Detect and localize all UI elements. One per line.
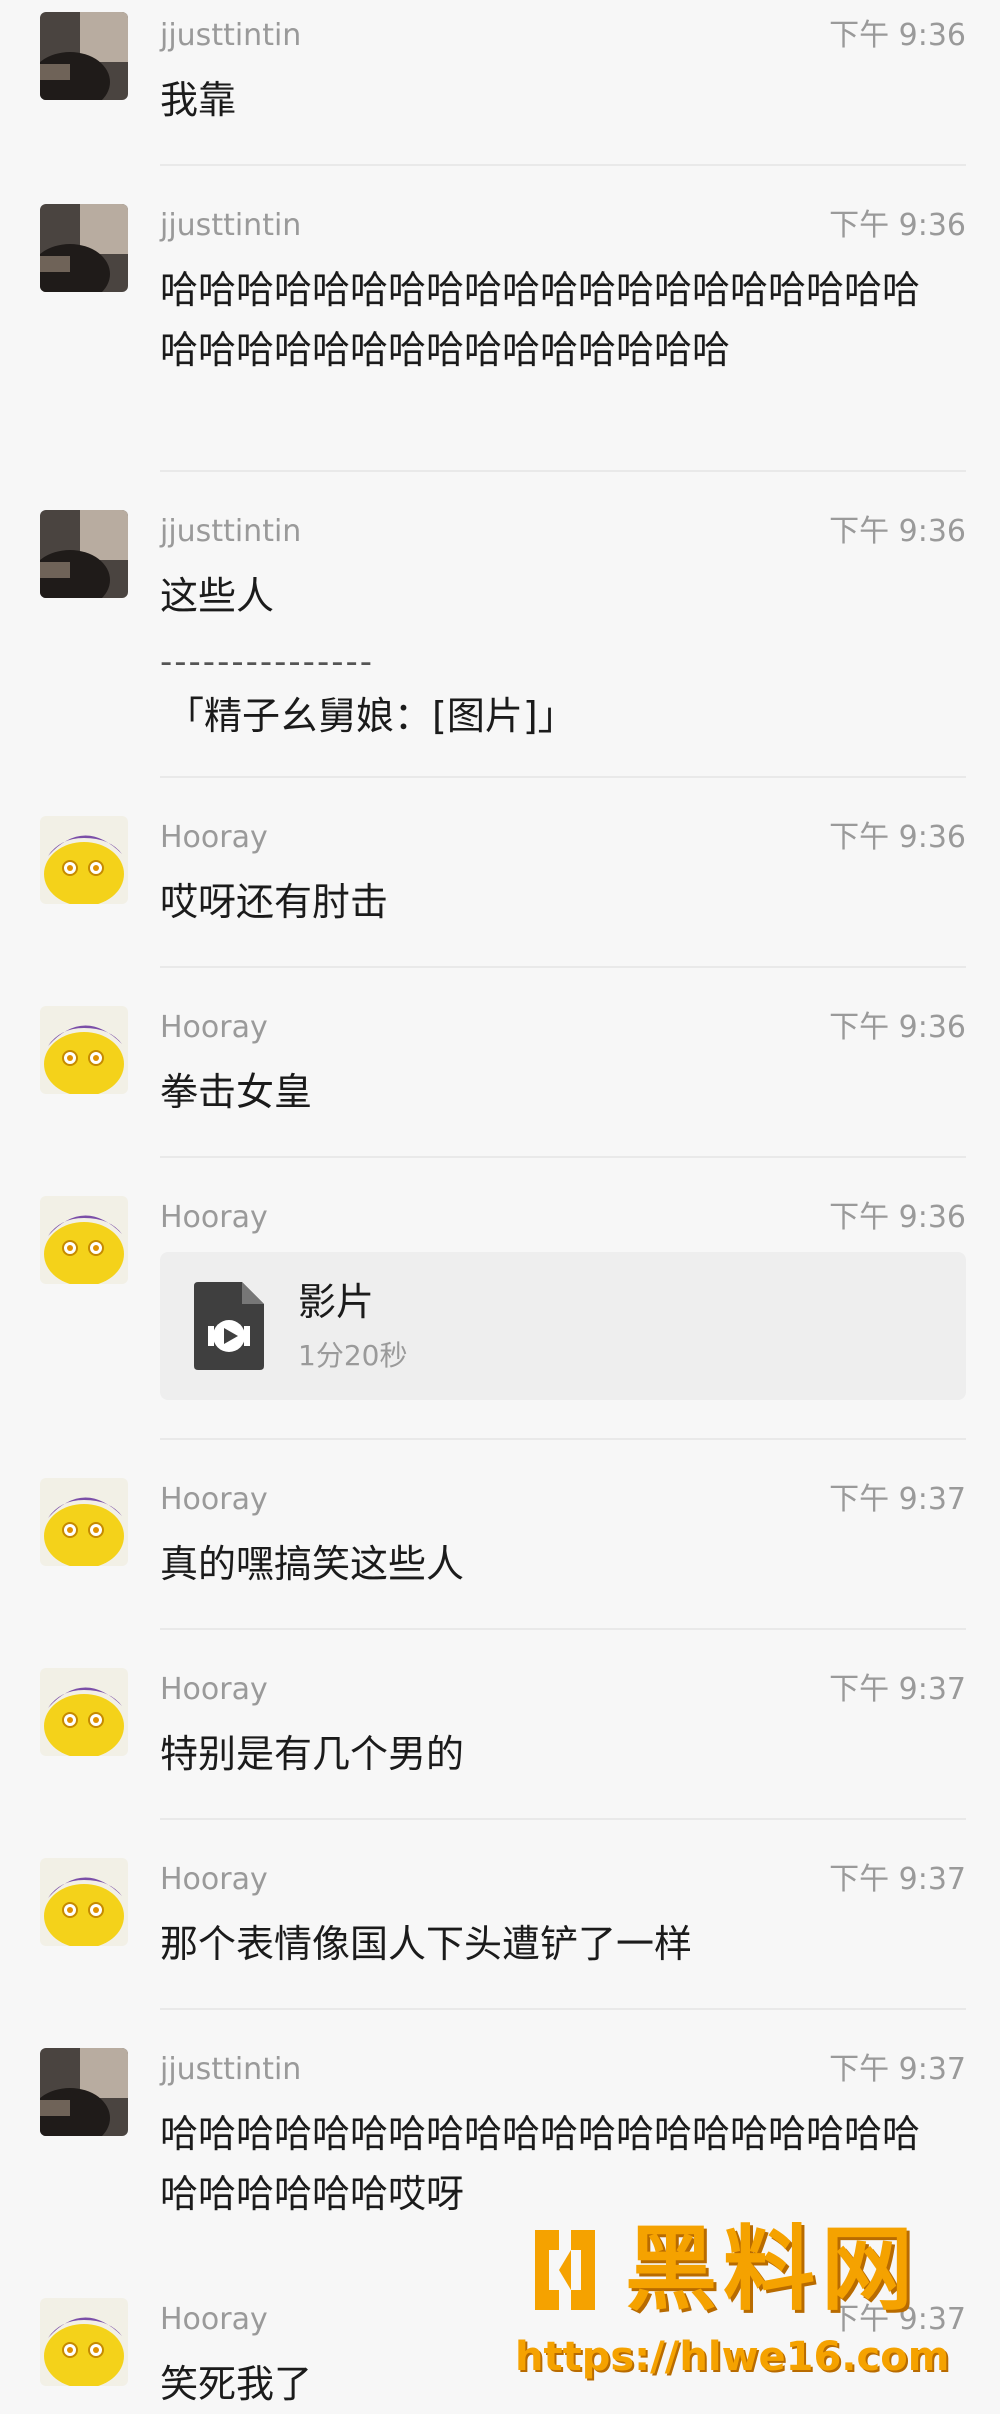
divider	[160, 966, 966, 968]
video-file-icon	[194, 1282, 264, 1370]
sender-name: Hooray	[160, 1010, 268, 1045]
message-text: 那个表情像国人下头遭铲了一样	[160, 1922, 693, 1966]
sender-name: jjusttintin	[160, 2052, 302, 2087]
file-name: 影片	[298, 1280, 375, 1324]
sender-name: Hooray	[160, 1862, 268, 1897]
message-text: 真的嘿搞笑这些人	[160, 1542, 465, 1586]
message-item[interactable]: Hooray 下午 9:37 真的嘿搞笑这些人	[0, 1464, 1000, 1630]
message-text: 这些人	[160, 574, 275, 618]
sender-name: jjusttintin	[160, 18, 302, 53]
sender-name: Hooray	[160, 820, 268, 855]
message-item[interactable]: jjusttintin 下午 9:36 我靠	[0, 0, 1000, 166]
divider	[160, 1628, 966, 1630]
avatar-hooray[interactable]	[40, 1006, 128, 1094]
watermark-title: 黑料网	[625, 2216, 920, 2323]
video-file-card[interactable]: 影片 1分20秒	[160, 1252, 966, 1400]
watermark-url: https://hlwe16.com	[515, 2334, 950, 2380]
avatar-jjusttintin[interactable]	[40, 510, 128, 598]
avatar-jjusttintin[interactable]	[40, 2048, 128, 2136]
message-text: 哈哈哈哈哈哈哈哈哈哈哈哈哈哈哈哈哈哈哈哈哈哈哈哈哈哈哎呀	[160, 2112, 921, 2216]
avatar-hooray[interactable]	[40, 1858, 128, 1946]
message-text: 拳击女皇	[160, 1070, 313, 1114]
sender-name: Hooray	[160, 1200, 268, 1235]
avatar-hooray[interactable]	[40, 1668, 128, 1756]
message-time: 下午 9:36	[829, 1010, 966, 1045]
avatar-hooray[interactable]	[40, 1196, 128, 1284]
message-time: 下午 9:37	[829, 1672, 966, 1707]
file-duration: 1分20秒	[298, 1339, 408, 1372]
message-text: 我靠	[160, 78, 237, 122]
divider	[160, 1818, 966, 1820]
message-time: 下午 9:36	[829, 1200, 966, 1235]
message-time: 下午 9:36	[829, 514, 966, 549]
message-item[interactable]: Hooray 下午 9:36 拳击女皇	[0, 992, 1000, 1158]
divider	[160, 776, 966, 778]
watermark-logo-icon	[515, 2220, 615, 2320]
avatar-jjusttintin[interactable]	[40, 204, 128, 292]
sender-name: Hooray	[160, 1672, 268, 1707]
avatar-jjusttintin[interactable]	[40, 12, 128, 100]
message-time: 下午 9:36	[829, 208, 966, 243]
quote-separator: ---------------	[160, 642, 375, 682]
divider	[160, 470, 966, 472]
message-time: 下午 9:37	[829, 2052, 966, 2087]
divider	[160, 164, 966, 166]
message-item[interactable]: jjusttintin 下午 9:36 这些人 --------------- …	[0, 496, 1000, 778]
message-item[interactable]: Hooray 下午 9:36 哎呀还有肘击	[0, 802, 1000, 968]
message-time: 下午 9:37	[829, 1482, 966, 1517]
message-item[interactable]: jjusttintin 下午 9:36 哈哈哈哈哈哈哈哈哈哈哈哈哈哈哈哈哈哈哈哈…	[0, 190, 1000, 472]
message-text: 特别是有几个男的	[160, 1732, 465, 1776]
message-time: 下午 9:37	[829, 1862, 966, 1897]
message-time: 下午 9:36	[829, 18, 966, 53]
avatar-hooray[interactable]	[40, 2298, 128, 2386]
divider	[160, 1438, 966, 1440]
divider	[160, 1156, 966, 1158]
divider	[160, 2008, 966, 2010]
sender-name: jjusttintin	[160, 208, 302, 243]
avatar-hooray[interactable]	[40, 1478, 128, 1566]
message-time: 下午 9:36	[829, 820, 966, 855]
avatar-hooray[interactable]	[40, 816, 128, 904]
quoted-message[interactable]: 「精子幺舅娘：[图片]」	[166, 686, 576, 746]
sender-name: Hooray	[160, 2302, 268, 2337]
message-item[interactable]: Hooray 下午 9:36 影片 1分20秒	[0, 1182, 1000, 1440]
sender-name: Hooray	[160, 1482, 268, 1517]
message-item[interactable]: Hooray 下午 9:37 那个表情像国人下头遭铲了一样	[0, 1844, 1000, 2010]
message-item[interactable]: Hooray 下午 9:37 特别是有几个男的	[0, 1654, 1000, 1820]
message-text: 哈哈哈哈哈哈哈哈哈哈哈哈哈哈哈哈哈哈哈哈哈哈哈哈哈哈哈哈哈哈哈哈哈哈哈	[160, 268, 921, 372]
site-watermark: 黑料网 https://hlwe16.com	[515, 2210, 995, 2400]
chat-message-list: jjusttintin 下午 9:36 我靠 jjusttintin 下午 9:…	[0, 0, 1000, 2406]
message-text: 哎呀还有肘击	[160, 880, 389, 924]
sender-name: jjusttintin	[160, 514, 302, 549]
